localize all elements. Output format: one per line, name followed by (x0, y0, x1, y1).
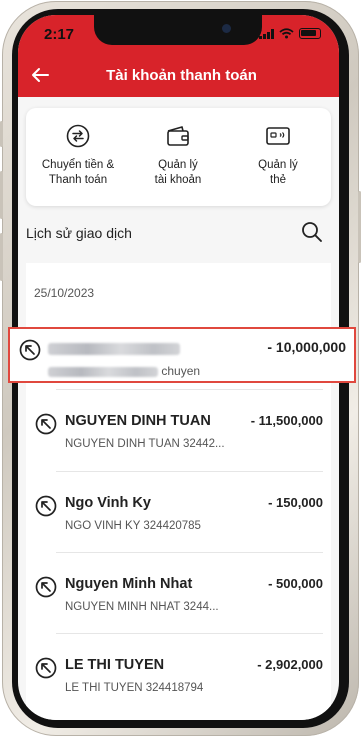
transaction-row[interactable]: NGUYEN DINH TUAN NGUYEN DINH TUAN 32442.… (26, 389, 331, 469)
transaction-row[interactable]: LE THI TUYEN LE THI TUYEN 324418794 - 2,… (26, 633, 331, 713)
search-icon[interactable] (301, 221, 323, 243)
transaction-amount: - 10,000,000 (267, 339, 346, 355)
date-header: 25/10/2023 (34, 286, 95, 300)
volume-down-button (0, 233, 3, 281)
quick-action-account[interactable]: Quản lý tài khoản (132, 124, 224, 188)
status-icons (259, 28, 321, 39)
quick-action-transfer[interactable]: Chuyển tiền & Thanh toán (32, 124, 124, 188)
status-time: 2:17 (44, 26, 75, 43)
quick-action-card[interactable]: Quản lý thẻ (232, 124, 324, 188)
wifi-icon (279, 28, 294, 39)
quick-action-label: Quản lý thẻ (258, 159, 298, 186)
redacted-name (48, 340, 180, 358)
transaction-name: Ngo Vinh Ky (65, 495, 151, 511)
divider (56, 633, 323, 634)
mute-switch (0, 121, 3, 147)
quick-actions-card: Chuyển tiền & Thanh toán Quản lý tài kho… (26, 108, 331, 206)
transaction-row[interactable]: Nguyen Minh Nhat NGUYEN MINH NHAT 3244..… (26, 552, 331, 632)
transaction-name: NGUYEN DINH TUAN (65, 413, 211, 429)
battery-icon (299, 28, 321, 39)
header: Tài khoản thanh toán (18, 53, 339, 97)
quick-action-label: Chuyển tiền & Thanh toán (41, 159, 115, 186)
signal-icon (259, 28, 274, 39)
divider (56, 389, 323, 390)
camera-icon (222, 24, 231, 33)
outgoing-arrow-icon (35, 576, 57, 598)
transaction-desc: NGUYEN DINH TUAN 32442... (65, 438, 225, 450)
arrow-left-icon[interactable] (30, 65, 50, 85)
page-title: Tài khoản thanh toán (106, 66, 257, 84)
volume-up-button (0, 171, 3, 219)
history-header: Lịch sử giao dịch (26, 221, 331, 257)
transaction-desc-suffix: chuyen (161, 364, 201, 378)
card-icon (266, 127, 290, 145)
transaction-amount: - 11,500,000 (250, 413, 323, 428)
transaction-name: Nguyen Minh Nhat (65, 576, 193, 592)
outgoing-arrow-icon (35, 413, 57, 435)
wallet-icon (167, 126, 189, 146)
transaction-row[interactable]: Ngo Vinh Ky NGO VINH KY 324420785 - 150,… (26, 471, 331, 551)
status-bar: 2:17 (18, 15, 339, 53)
quick-action-label: Quản lý tài khoản (154, 159, 202, 186)
transaction-name: LE THI TUYEN (65, 657, 165, 673)
outgoing-arrow-icon (19, 339, 41, 361)
transaction-amount: - 500,000 (268, 576, 323, 591)
highlighted-transaction[interactable]: chuyen - 10,000,000 (8, 327, 356, 383)
divider (56, 552, 323, 553)
transaction-desc: NGO VINH KY 324420785 (65, 520, 201, 532)
transaction-desc: LE THI TUYEN 324418794 (65, 682, 204, 694)
divider (56, 471, 323, 472)
transaction-desc: NGUYEN MINH NHAT 3244... (65, 601, 219, 613)
transfer-icon (66, 124, 90, 148)
transaction-amount: - 2,902,000 (257, 657, 323, 672)
outgoing-arrow-icon (35, 495, 57, 517)
transaction-desc: chuyen (48, 364, 200, 378)
transaction-amount: - 150,000 (268, 495, 323, 510)
outgoing-arrow-icon (35, 657, 57, 679)
redacted-text (48, 366, 158, 377)
notch (94, 15, 262, 45)
history-title: Lịch sử giao dịch (26, 225, 132, 241)
